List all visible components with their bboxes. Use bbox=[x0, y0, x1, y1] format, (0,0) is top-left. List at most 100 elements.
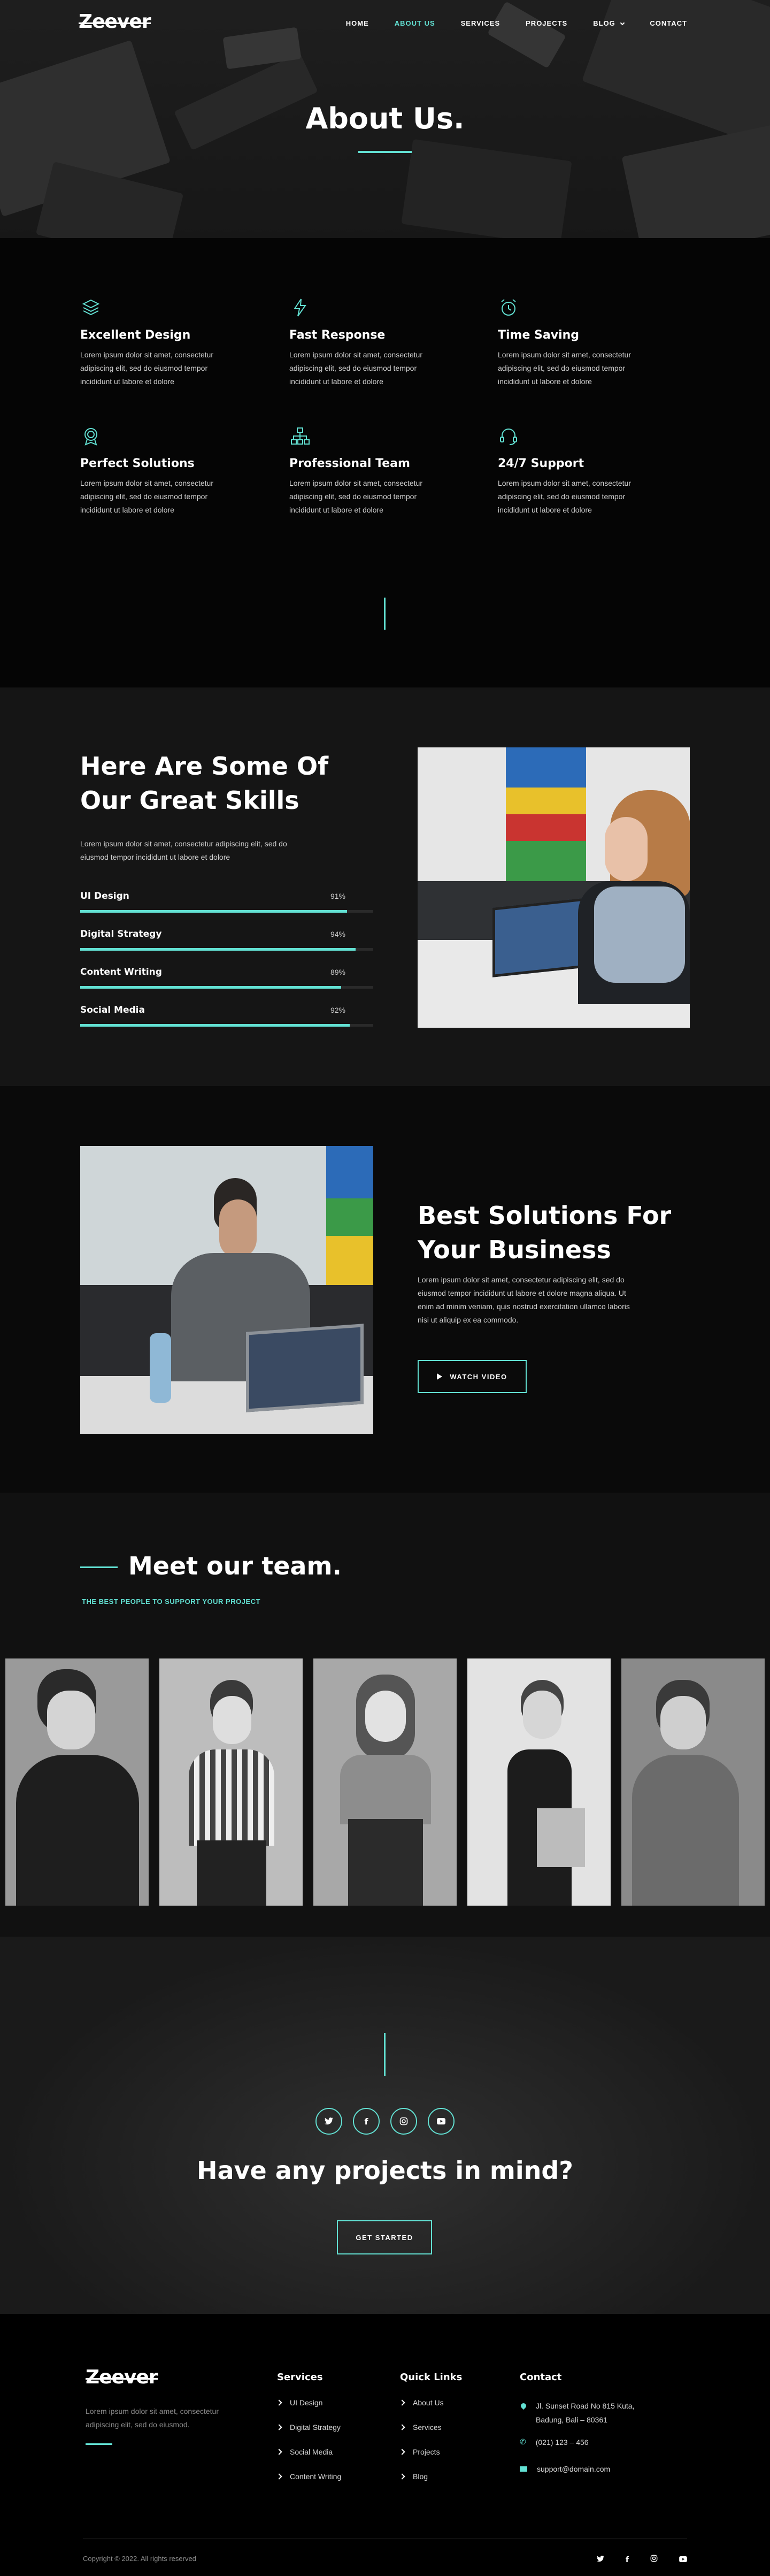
skills-section: Here Are Some Of Our Great Skills Lorem … bbox=[0, 687, 770, 1086]
feature-card: Time Saving Lorem ipsum dolor sit amet, … bbox=[498, 297, 658, 388]
solutions-section: Best Solutions For Your Business Lorem i… bbox=[0, 1086, 770, 1493]
footer-email[interactable]: support@domain.com bbox=[520, 2465, 680, 2473]
solutions-title: Best Solutions For Your Business bbox=[418, 1201, 672, 1264]
footer-link[interactable]: Blog bbox=[399, 2464, 462, 2489]
nav-item-home[interactable]: HOME bbox=[346, 19, 369, 27]
feature-text: Lorem ipsum dolor sit amet, consectetur … bbox=[498, 479, 631, 514]
feature-card: Professional Team Lorem ipsum dolor sit … bbox=[289, 425, 450, 517]
team-member-photo[interactable] bbox=[621, 1658, 765, 1906]
feature-card: Excellent Design Lorem ipsum dolor sit a… bbox=[80, 297, 241, 388]
feature-title: Professional Team bbox=[289, 457, 410, 470]
page-title: About Us. bbox=[305, 102, 465, 135]
nav-item-projects[interactable]: PROJECTS bbox=[526, 19, 567, 27]
team-title: Meet our team. bbox=[128, 1551, 342, 1580]
footer-column-title: Quick Links bbox=[400, 2372, 463, 2383]
chevron-right-icon bbox=[399, 2424, 405, 2430]
nav-item-contact[interactable]: CONTACT bbox=[650, 19, 687, 27]
alarm-clock-icon bbox=[501, 299, 516, 316]
chevron-right-icon bbox=[276, 2473, 282, 2480]
youtube-icon[interactable] bbox=[428, 2108, 455, 2135]
phone-icon: ✆ bbox=[520, 2437, 526, 2446]
facebook-icon[interactable]: f bbox=[353, 2108, 380, 2135]
skill-name: Content Writing bbox=[80, 967, 162, 977]
footer: Zeever Lorem ipsum dolor sit amet, conse… bbox=[0, 2314, 770, 2576]
footer-social-links: f bbox=[597, 2555, 687, 2565]
feature-text: Lorem ipsum dolor sit amet, consectetur … bbox=[289, 350, 422, 386]
skill-progress-fill bbox=[80, 986, 341, 989]
nav-item-about-us[interactable]: ABOUT US bbox=[395, 19, 435, 27]
get-started-button[interactable]: GET STARTED bbox=[337, 2220, 432, 2254]
lightning-icon bbox=[294, 299, 306, 317]
team-section: Meet our team. THE BEST PEOPLE TO SUPPOR… bbox=[0, 1493, 770, 1937]
footer-services: Services UI Design Digital Strategy Soci… bbox=[276, 2372, 341, 2489]
feature-card: Fast Response Lorem ipsum dolor sit amet… bbox=[289, 297, 450, 388]
skill-percent: 92% bbox=[330, 1006, 345, 1014]
skills-description: Lorem ipsum dolor sit amet, consectetur … bbox=[80, 839, 287, 861]
main-menu: HOME ABOUT US SERVICES PROJECTS BLOG CON… bbox=[320, 19, 687, 27]
skill-bar: UI Design 91% bbox=[80, 891, 373, 913]
footer-link[interactable]: Content Writing bbox=[276, 2464, 341, 2489]
footer-link[interactable]: Social Media bbox=[276, 2440, 341, 2464]
feature-card: 24/7 Support Lorem ipsum dolor sit amet,… bbox=[498, 425, 658, 517]
nav-item-blog[interactable]: BLOG bbox=[593, 19, 625, 27]
chevron-right-icon bbox=[399, 2449, 405, 2455]
scroll-indicator-line bbox=[384, 598, 386, 630]
footer-link[interactable]: About Us bbox=[399, 2390, 462, 2415]
skill-progress-fill bbox=[80, 910, 347, 913]
feature-title: Excellent Design bbox=[80, 328, 191, 342]
feature-title: 24/7 Support bbox=[498, 457, 584, 470]
instagram-icon[interactable] bbox=[390, 2108, 417, 2135]
skill-name: Social Media bbox=[80, 1005, 145, 1015]
solutions-description: Lorem ipsum dolor sit amet, consectetur … bbox=[418, 1275, 630, 1324]
skill-name: UI Design bbox=[80, 891, 129, 901]
footer-link[interactable]: Services bbox=[399, 2415, 462, 2440]
skill-progress-fill bbox=[80, 1024, 350, 1027]
footer-column-title: Services bbox=[277, 2372, 323, 2383]
cta-section: f Have any projects in mind? GET STARTED bbox=[0, 1937, 770, 2314]
team-member-photo[interactable] bbox=[313, 1658, 457, 1906]
cta-background-image bbox=[0, 1937, 770, 2314]
youtube-icon[interactable] bbox=[679, 2555, 687, 2565]
skill-bar: Digital Strategy 94% bbox=[80, 929, 373, 951]
footer-phone[interactable]: ✆ (021) 123 – 456 bbox=[520, 2437, 680, 2447]
feature-text: Lorem ipsum dolor sit amet, consectetur … bbox=[498, 350, 631, 386]
footer-quick-links: Quick Links About Us Services Projects B… bbox=[399, 2372, 463, 2489]
cta-title: Have any projects in mind? bbox=[197, 2156, 573, 2185]
twitter-icon[interactable] bbox=[597, 2555, 604, 2565]
skill-progress-fill bbox=[80, 948, 356, 951]
facebook-icon[interactable]: f bbox=[626, 2556, 629, 2564]
footer-link[interactable]: Projects bbox=[399, 2440, 462, 2464]
envelope-icon bbox=[520, 2466, 527, 2472]
site-logo[interactable]: Zeever bbox=[79, 11, 151, 33]
feature-text: Lorem ipsum dolor sit amet, consectetur … bbox=[80, 479, 213, 514]
chevron-right-icon bbox=[276, 2449, 282, 2455]
footer-logo[interactable]: Zeever bbox=[86, 2366, 158, 2388]
team-member-photo[interactable] bbox=[159, 1658, 303, 1906]
chevron-down-icon bbox=[620, 20, 625, 26]
skill-bar: Social Media 92% bbox=[80, 1005, 373, 1027]
team-network-icon bbox=[291, 427, 310, 445]
footer-link[interactable]: Digital Strategy bbox=[276, 2415, 341, 2440]
feature-title: Fast Response bbox=[289, 328, 386, 342]
chevron-right-icon bbox=[399, 2399, 405, 2406]
footer-contact: Contact Jl. Sunset Road No 815 Kuta, Badu… bbox=[519, 2372, 680, 2473]
award-badge-icon bbox=[84, 428, 97, 446]
feature-card: Perfect Solutions Lorem ipsum dolor sit … bbox=[80, 425, 241, 517]
nav-item-services[interactable]: SERVICES bbox=[461, 19, 500, 27]
skill-percent: 91% bbox=[330, 892, 345, 900]
twitter-icon[interactable] bbox=[315, 2108, 342, 2135]
skill-percent: 94% bbox=[330, 930, 345, 938]
skills-photo bbox=[418, 747, 690, 1028]
instagram-icon[interactable] bbox=[650, 2555, 658, 2565]
footer-link[interactable]: UI Design bbox=[276, 2390, 341, 2415]
skills-title: Here Are Some Of Our Great Skills bbox=[80, 752, 329, 815]
layers-icon bbox=[82, 299, 100, 316]
watch-video-button[interactable]: WATCH VIDEO bbox=[418, 1360, 527, 1393]
team-member-photo[interactable] bbox=[467, 1658, 611, 1906]
footer-column-title: Contact bbox=[520, 2372, 562, 2383]
feature-title: Perfect Solutions bbox=[80, 457, 195, 470]
hero-section: Zeever HOME ABOUT US SERVICES PROJECTS B… bbox=[0, 0, 770, 238]
copyright-text: Copyright © 2022. All rights reserved bbox=[83, 2555, 196, 2563]
headset-icon bbox=[500, 429, 517, 445]
team-member-photo[interactable] bbox=[5, 1658, 149, 1906]
